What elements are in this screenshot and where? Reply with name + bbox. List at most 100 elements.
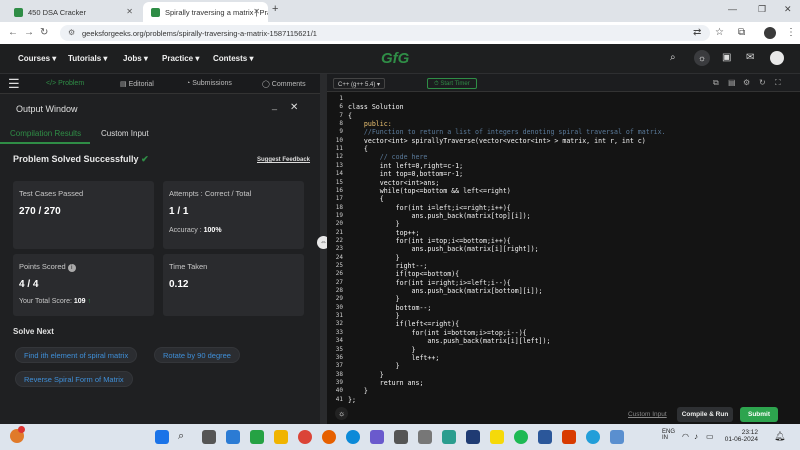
line-number: 11 [335,145,343,153]
copy-icon[interactable]: ⧉ [713,78,719,88]
notifications-icon[interactable]: 🔔︎ [774,431,785,442]
nav-tutorials[interactable]: Tutorials ▾ [68,54,107,63]
chrome-icon[interactable] [298,430,312,444]
back-icon[interactable]: ← [8,27,18,38]
nav-courses[interactable]: Courses ▾ [18,54,56,63]
start-timer-button[interactable]: ⏱ Start Timer [427,78,477,89]
tab-compilation-results[interactable]: Compilation Results [10,129,81,138]
code-area[interactable]: 1 6 class Solution 7 {8 public: 9 //Function … [327,94,800,406]
code-line: } [348,362,400,371]
submit-button[interactable]: Submit [740,407,778,422]
settings-icon[interactable]: ⚙ [743,78,750,87]
time-card: Time Taken 0.12 [163,254,304,316]
points-card: Points Scored i 4 / 4 Your Total Score: … [13,254,154,316]
panel-divider[interactable]: ⇔ [317,74,330,424]
site-info-icon[interactable]: ⚙ [68,28,75,37]
maximize-icon[interactable]: ❐ [758,4,766,15]
code-line: } [348,312,400,321]
telegram-icon[interactable] [586,430,600,444]
nav-contests[interactable]: Contests ▾ [213,54,253,63]
problem-tabs: ☰ </> Problem ▤ Editorial ◔ Submissions … [0,74,320,94]
tab-custom-input[interactable]: Custom Input [101,129,149,138]
tab-editorial[interactable]: ▤ Editorial [120,80,154,88]
info-icon[interactable]: i [67,264,76,272]
code-line: top++; [348,228,420,237]
close-icon[interactable]: ✕ [253,7,260,16]
profile-avatar[interactable] [764,27,776,39]
forward-icon[interactable]: → [24,27,34,38]
whatsapp-icon[interactable] [250,430,264,444]
language-select[interactable]: C++ (g++ 5.4) ▾ [333,78,386,89]
vscode-icon[interactable] [226,430,240,444]
notification-icon[interactable]: ✉ [746,52,754,63]
window-close-icon[interactable]: ✕ [784,4,792,15]
teams-icon[interactable] [370,430,384,444]
line-number: 19 [335,211,343,219]
word-icon[interactable] [538,430,552,444]
solve-next-item[interactable]: Find ith element of spiral matrix [15,347,138,363]
menu-dots-icon[interactable]: ⋮ [786,27,796,38]
minimize-icon[interactable]: _ [272,100,277,110]
close-icon[interactable]: ✕ [126,7,133,16]
language-indicator[interactable]: ENG IN [662,429,675,441]
code-line: } [348,253,400,262]
nav-practice[interactable]: Practice ▾ [162,54,199,63]
line-number: 18 [335,203,343,211]
nav-jobs[interactable]: Jobs ▾ [123,54,148,63]
start-icon[interactable] [155,430,169,444]
search-icon[interactable]: ⌕ [670,52,676,63]
editor-toolbar: C++ (g++ 5.4) ▾ ⏱ Start Timer ⧉ ▤ ⚙ ↻ ⛶ [327,74,800,92]
reset-icon[interactable]: ↻ [759,78,766,87]
left-panel: ☰ </> Problem ▤ Editorial ◔ Submissions … [0,74,320,424]
gfg-logo[interactable]: GfG [381,50,409,67]
line-number: 12 [335,153,343,161]
snapchat-icon[interactable] [490,430,504,444]
minimize-icon[interactable]: — [728,4,737,14]
app-icon[interactable] [610,430,624,444]
app-icon[interactable] [442,430,456,444]
arrow-up-icon: ↑ [87,298,92,305]
code-line: vector<int> spirallyTraverse(vector<vect… [348,136,646,145]
suggest-feedback-link[interactable]: Suggest Feedback [257,157,310,163]
new-tab-icon[interactable]: + [272,3,278,15]
hamburger-icon[interactable]: ☰ [8,76,20,92]
compile-run-button[interactable]: Compile & Run [677,407,733,422]
fullscreen-icon[interactable]: ⛶ [775,78,781,88]
clock[interactable]: 23:12 01-06-2024 [722,429,758,443]
battery-icon[interactable]: ▭ [706,432,714,441]
theme-toggle-icon[interactable]: ☼ [335,407,348,420]
tab-spirally-traversing[interactable]: Spirally traversing a matrix | Pra ✕ [143,2,268,22]
search-icon[interactable]: ⌕ [178,430,192,444]
wifi-icon[interactable]: ◠ [682,432,689,441]
file-icon[interactable]: ▤ [728,78,736,87]
bookmark-icon[interactable]: ☆ [715,27,724,38]
tab-problem[interactable]: </> Problem [46,80,84,87]
tab-submissions[interactable]: ◔ Submissions [186,80,232,87]
line-number: 15 [335,178,343,186]
tab-comments[interactable]: ◯ Comments [262,80,306,88]
reload-icon[interactable]: ↻ [40,27,48,38]
close-icon[interactable]: ✕ [290,102,298,113]
extensions-icon[interactable]: ⧉ [738,27,745,38]
tab-450-dsa[interactable]: 450 DSA Cracker ✕ [6,2,141,22]
task-view-icon[interactable] [202,430,216,444]
files-icon[interactable] [274,430,288,444]
volume-icon[interactable]: ♪ [694,432,698,441]
translate-icon[interactable]: ⇄ [693,27,701,38]
url-field[interactable]: ⚙ geeksforgeeks.org/problems/spirally-tr… [60,25,710,41]
line-number: 40 [335,387,343,395]
line-number: 8 [339,120,343,128]
solve-next-item[interactable]: Rotate by 90 degree [154,347,240,363]
powerpoint-icon[interactable] [562,430,576,444]
camera-icon[interactable] [394,430,408,444]
photos-icon[interactable] [418,430,432,444]
chat-icon[interactable]: ▣ [722,52,731,63]
firefox-icon[interactable] [322,430,336,444]
devtools-icon[interactable] [466,430,480,444]
edge-icon[interactable] [346,430,360,444]
custom-input-link[interactable]: Custom Input [628,411,667,418]
solve-next-item[interactable]: Reverse Spiral Form of Matrix [15,371,133,387]
user-avatar[interactable] [770,51,784,65]
theme-toggle-icon[interactable]: ☼ [694,50,710,66]
spotify-icon[interactable] [514,430,528,444]
